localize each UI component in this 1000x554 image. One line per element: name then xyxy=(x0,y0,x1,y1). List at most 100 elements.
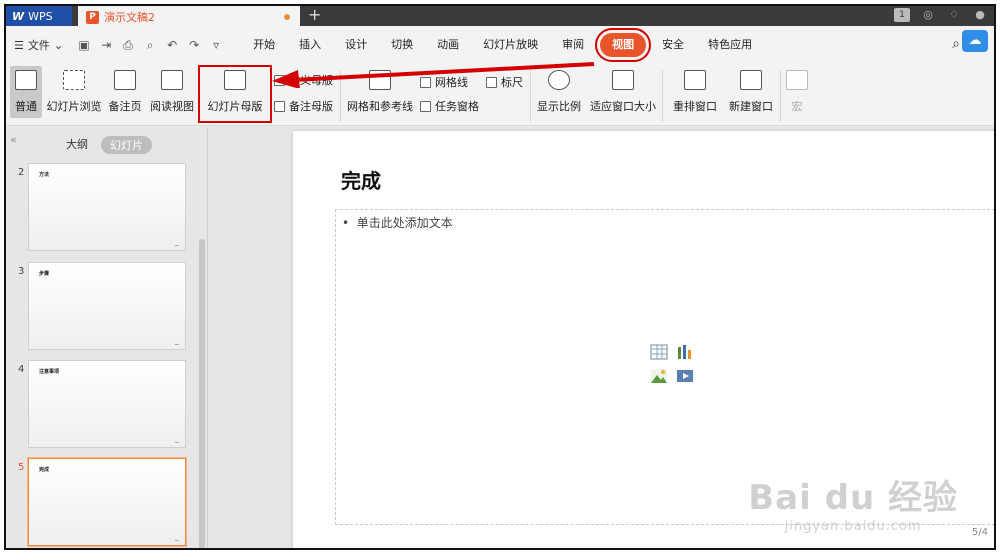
tab-insert[interactable]: 插入 xyxy=(287,33,333,57)
macro-icon xyxy=(786,70,808,90)
notes-master-button[interactable]: 备注母版 xyxy=(274,98,333,114)
slide-number: 5 xyxy=(18,462,25,473)
notes-master-icon xyxy=(274,100,285,112)
fit-window-icon xyxy=(612,70,634,90)
insert-table-icon[interactable] xyxy=(650,344,668,360)
reading-view-label: 阅读视图 xyxy=(150,100,194,113)
slide-thumbnail-selected[interactable]: 完成 xyxy=(28,458,186,546)
customize-icon[interactable]: ▿ xyxy=(209,38,223,52)
wps-home-tab[interactable]: W WPS xyxy=(6,6,72,26)
watermark-brand: Bai du 经验 xyxy=(748,478,958,518)
placeholder-label: 单击此处添加文本 xyxy=(356,216,453,230)
avatar[interactable]: ● xyxy=(972,8,988,22)
grid-guides-button[interactable]: 网格和参考线 xyxy=(344,70,416,114)
ruler-checkbox[interactable]: 标尺 xyxy=(486,74,523,90)
tab-animations[interactable]: 动画 xyxy=(425,33,471,57)
redo-icon[interactable]: ↷ xyxy=(187,38,201,52)
skin-icon[interactable]: ◎ xyxy=(920,8,936,22)
slide-master-icon xyxy=(224,70,246,90)
print-icon[interactable]: ⎙ xyxy=(121,38,135,53)
arrange-windows-button[interactable]: 重排窗口 xyxy=(666,70,724,114)
document-tab[interactable]: P 演示文稿2 xyxy=(78,6,300,26)
tab-view[interactable]: 视图 xyxy=(595,28,652,62)
cloud-icon[interactable]: ☁ xyxy=(962,30,988,52)
save-icon[interactable]: ▣ xyxy=(77,38,91,52)
wps-logo-icon: W xyxy=(12,9,25,23)
insert-picture-icon[interactable] xyxy=(650,368,668,384)
new-window-icon xyxy=(740,70,762,90)
collapse-panel-icon[interactable]: « xyxy=(10,133,17,146)
quick-access-toolbar: ▣ ⇥ ⎙ ⌕ ↶ ↷ ▿ xyxy=(77,38,223,53)
search-icon[interactable]: ⌕ xyxy=(952,36,960,52)
tab-outline[interactable]: 大纲 xyxy=(66,136,88,152)
gridlines-checkbox-box[interactable] xyxy=(420,76,431,88)
thumbnail-title: 注意事项 xyxy=(39,369,60,375)
slide-master-button[interactable]: 幻灯片母版 xyxy=(198,65,272,123)
placeholder-text: • 单击此处添加文本 xyxy=(342,216,453,230)
watermark-url: jingyan.baidu.com xyxy=(784,519,922,534)
macro-label: 宏 xyxy=(791,100,803,113)
slide-number: 3 xyxy=(18,266,25,277)
slide-thumbnail[interactable]: 注意事项 xyxy=(28,360,186,448)
print-preview-icon[interactable]: ⌕ xyxy=(143,38,157,53)
normal-view-label: 普通 xyxy=(15,100,37,113)
handout-master-label: 讲义母版 xyxy=(289,74,333,87)
thumbnail-corner-mark xyxy=(175,538,179,541)
reading-view-icon xyxy=(161,70,183,90)
grid-icon xyxy=(369,70,391,90)
ribbon-tabs: 开始 插入 设计 切换 动画 幻灯片放映 审阅 视图 安全 特色应用 xyxy=(241,28,764,62)
tab-slides[interactable]: 幻灯片 xyxy=(101,136,152,154)
shirt-icon[interactable]: ♢ xyxy=(946,8,962,22)
hamburger-icon: ☰ xyxy=(14,38,24,52)
fit-window-button[interactable]: 适应窗口大小 xyxy=(588,70,658,114)
presentation-file-icon: P xyxy=(86,10,99,24)
ribbon-divider xyxy=(530,70,531,122)
task-pane-checkbox-box[interactable] xyxy=(420,100,431,112)
zoom-button[interactable]: 显示比例 xyxy=(534,70,584,114)
slide-title[interactable]: 完成 xyxy=(341,165,381,194)
app-name: WPS xyxy=(28,9,53,23)
slide-thumbnail-row[interactable]: 2 方法 xyxy=(6,159,202,251)
tab-special-apps[interactable]: 特色应用 xyxy=(696,33,764,57)
tab-home[interactable]: 开始 xyxy=(241,33,287,57)
slide-thumbnail[interactable]: 方法 xyxy=(28,163,186,251)
title-bar-controls: 1 ◎ ♢ ● xyxy=(894,8,988,22)
panel-scrollbar[interactable] xyxy=(199,239,205,548)
document-name: 演示文稿2 xyxy=(104,11,155,24)
slide-thumbnail[interactable]: 步骤 xyxy=(28,262,186,350)
task-pane-checkbox[interactable]: 任务窗格 xyxy=(420,98,479,114)
new-window-button[interactable]: 新建窗口 xyxy=(726,70,776,114)
tab-slideshow[interactable]: 幻灯片放映 xyxy=(471,33,550,57)
gridlines-checkbox[interactable]: 网格线 xyxy=(420,74,468,90)
new-tab-button[interactable]: + xyxy=(308,6,321,26)
file-menu[interactable]: ☰ 文件 ⌄ xyxy=(14,37,63,53)
insert-content-icons xyxy=(650,344,694,384)
tab-transitions[interactable]: 切换 xyxy=(379,33,425,57)
reading-view-button[interactable]: 阅读视图 xyxy=(148,70,196,114)
slides-panel-header: « 大纲 幻灯片 xyxy=(6,127,207,157)
zoom-label: 显示比例 xyxy=(537,100,581,113)
slide-sorter-button[interactable]: 幻灯片浏览 xyxy=(46,70,102,114)
ruler-checkbox-box[interactable] xyxy=(486,76,497,88)
notes-page-button[interactable]: 备注页 xyxy=(106,70,144,114)
ribbon-divider xyxy=(340,70,341,122)
window-count-icon[interactable]: 1 xyxy=(894,8,910,22)
undo-icon[interactable]: ↶ xyxy=(165,38,179,52)
slide-sorter-label: 幻灯片浏览 xyxy=(46,100,102,113)
insert-chart-icon[interactable] xyxy=(676,344,694,360)
tab-review[interactable]: 审阅 xyxy=(550,33,596,57)
title-bar: W WPS P 演示文稿2 + 1 ◎ ♢ ● xyxy=(6,6,994,26)
page-indicator: 5/4 xyxy=(971,527,988,538)
tab-design[interactable]: 设计 xyxy=(333,33,379,57)
ribbon-divider xyxy=(662,70,663,122)
slide-thumbnail-row-current[interactable]: 5 完成 xyxy=(6,454,202,546)
tab-security[interactable]: 安全 xyxy=(650,33,696,57)
insert-video-icon[interactable] xyxy=(676,368,694,384)
output-pdf-icon[interactable]: ⇥ xyxy=(99,38,113,52)
normal-view-button[interactable]: 普通 xyxy=(10,66,42,118)
handout-master-button[interactable]: 讲义母版 xyxy=(274,72,333,88)
fit-window-label: 适应窗口大小 xyxy=(590,100,656,113)
slide-thumbnail-row[interactable]: 3 步骤 xyxy=(6,258,202,350)
new-window-label: 新建窗口 xyxy=(729,100,773,113)
slide-thumbnail-row[interactable]: 4 注意事项 xyxy=(6,356,202,448)
